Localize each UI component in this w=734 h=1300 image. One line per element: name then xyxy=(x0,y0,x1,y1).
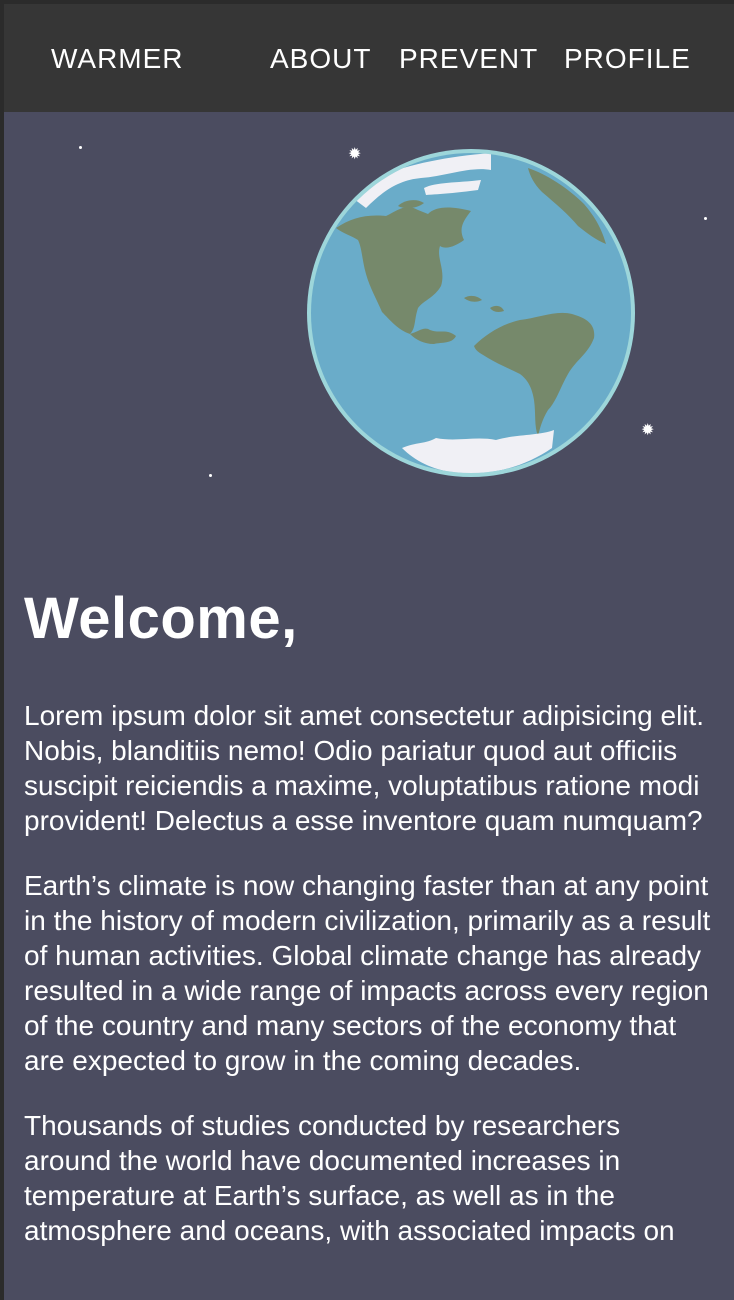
intro-paragraph: Lorem ipsum dolor sit amet consectetur a… xyxy=(24,700,705,836)
navbar: WARMER ABOUT PREVENT PROFILE xyxy=(4,4,734,112)
main-content: Welcome, Lorem ipsum dolor sit amet cons… xyxy=(24,584,714,1278)
nav-link-about[interactable]: ABOUT xyxy=(270,42,371,76)
nav-link-profile[interactable]: PROFILE xyxy=(564,42,691,76)
star-icon xyxy=(79,146,82,149)
nav-link-prevent[interactable]: PREVENT xyxy=(399,42,538,76)
brand-logo-link[interactable]: WARMER xyxy=(51,42,184,76)
studies-paragraph: Thousands of studies conducted by resear… xyxy=(24,1110,675,1246)
star-icon xyxy=(209,474,212,477)
welcome-heading: Welcome, xyxy=(24,586,298,651)
star-icon xyxy=(704,217,707,220)
climate-paragraph: Earth’s climate is now changing faster t… xyxy=(24,870,711,1076)
sparkle-icon: ✹ xyxy=(641,420,655,439)
page: WARMER ABOUT PREVENT PROFILE ✹ ✹ Welcome… xyxy=(4,4,734,1300)
earth-globe-illustration xyxy=(307,149,635,477)
hero-section: ✹ ✹ xyxy=(4,112,734,552)
